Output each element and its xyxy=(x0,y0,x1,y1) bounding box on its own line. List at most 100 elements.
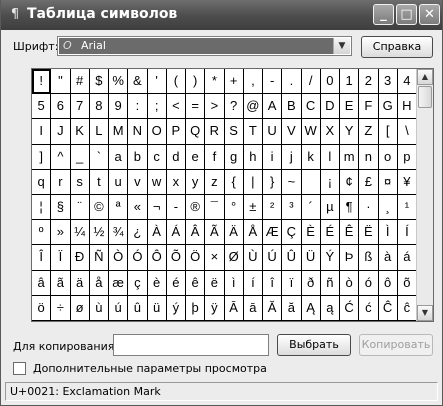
char-cell[interactable]: - xyxy=(263,69,283,95)
char-cell[interactable]: Ù xyxy=(243,245,263,271)
char-cell[interactable]: ¿ xyxy=(128,220,148,246)
char-cell[interactable]: å xyxy=(89,270,109,296)
char-cell[interactable]: H xyxy=(397,94,417,120)
char-cell[interactable]: : xyxy=(128,94,148,120)
char-cell[interactable]: K xyxy=(70,119,90,145)
char-cell[interactable]: ă xyxy=(282,295,302,321)
char-cell[interactable]: ć xyxy=(359,295,379,321)
char-cell[interactable]: a xyxy=(109,144,129,170)
char-cell[interactable]: ú xyxy=(109,295,129,321)
char-cell[interactable]: d xyxy=(166,144,186,170)
char-cell[interactable]: ý xyxy=(166,295,186,321)
char-cell[interactable]: v xyxy=(128,169,148,195)
char-cell[interactable]: Á xyxy=(166,220,186,246)
char-cell[interactable]: ą xyxy=(320,295,340,321)
char-cell[interactable]: ç xyxy=(128,270,148,296)
char-cell[interactable]: þ xyxy=(186,295,206,321)
char-cell[interactable]: ¤ xyxy=(378,169,398,195)
char-cell[interactable]: Ç xyxy=(282,220,302,246)
char-cell[interactable]: ¨ xyxy=(70,194,90,221)
char-cell[interactable]: 2 xyxy=(359,69,379,95)
char-cell[interactable]: É xyxy=(320,220,340,246)
char-cell[interactable]: Ä xyxy=(224,220,244,246)
char-cell[interactable]: W xyxy=(301,119,321,145)
char-cell[interactable]: ä xyxy=(70,270,90,296)
char-cell[interactable]: C xyxy=(301,94,321,120)
char-cell[interactable]: ð xyxy=(301,270,321,296)
char-cell[interactable]: , xyxy=(243,69,263,95)
char-cell[interactable]: R xyxy=(205,119,225,145)
font-select[interactable]: O Arial ▼ xyxy=(57,36,352,56)
char-cell[interactable]: @ xyxy=(243,94,263,120)
char-cell[interactable]: ĉ xyxy=(397,295,417,321)
char-cell[interactable]: A xyxy=(263,94,283,120)
char-cell[interactable]: è xyxy=(147,270,167,296)
char-cell[interactable]: " xyxy=(51,69,71,95)
char-cell[interactable]: Þ xyxy=(340,245,360,271)
copy-button[interactable]: Копировать xyxy=(359,334,433,356)
char-cell[interactable]: k xyxy=(301,144,321,170)
char-cell[interactable]: s xyxy=(70,169,90,195)
char-cell[interactable]: Ĉ xyxy=(378,295,398,321)
char-cell[interactable]: f xyxy=(205,144,225,170)
char-cell[interactable]: ^ xyxy=(51,144,71,170)
char-cell[interactable]: 4 xyxy=(397,69,417,95)
char-cell[interactable]: P xyxy=(166,119,186,145)
char-cell[interactable]: = xyxy=(186,94,206,120)
char-cell[interactable]: [ xyxy=(378,119,398,145)
char-cell[interactable]: $ xyxy=(89,69,109,95)
char-cell[interactable]: Ü xyxy=(301,245,321,271)
char-cell[interactable]: | xyxy=(243,169,263,195)
char-cell[interactable]: ª xyxy=(109,194,129,221)
help-button[interactable]: Справка xyxy=(361,36,433,58)
char-cell[interactable]: ² xyxy=(263,194,283,221)
char-cell[interactable]: î xyxy=(263,270,283,296)
char-cell[interactable]: Ê xyxy=(340,220,360,246)
char-cell[interactable]: · xyxy=(359,194,379,221)
char-cell[interactable]: p xyxy=(397,144,417,170)
char-cell[interactable]: X xyxy=(320,119,340,145)
char-cell[interactable]: o xyxy=(378,144,398,170)
char-cell[interactable]: G xyxy=(378,94,398,120)
char-cell[interactable]: u xyxy=(109,169,129,195)
char-cell[interactable]: æ xyxy=(109,270,129,296)
char-cell[interactable]: g xyxy=(224,144,244,170)
char-cell[interactable]: F xyxy=(359,94,379,120)
char-cell[interactable]: 6 xyxy=(51,94,71,120)
char-cell[interactable]: Ā xyxy=(224,295,244,321)
char-cell[interactable]: Ò xyxy=(109,245,129,271)
char-cell[interactable]: Y xyxy=(340,119,360,145)
maximize-button[interactable]: □ xyxy=(396,4,417,25)
char-cell[interactable]: Q xyxy=(186,119,206,145)
char-cell[interactable]: ÷ xyxy=(51,295,71,321)
char-cell[interactable]: ì xyxy=(224,270,244,296)
char-cell[interactable]: Æ xyxy=(263,220,283,246)
char-cell[interactable]: c xyxy=(147,144,167,170)
scroll-down-icon[interactable]: ▼ xyxy=(417,305,433,321)
close-button[interactable]: ✕ xyxy=(419,4,440,25)
char-cell[interactable]: § xyxy=(51,194,71,221)
char-cell[interactable]: Ă xyxy=(263,295,283,321)
char-cell[interactable]: ô xyxy=(378,270,398,296)
minimize-button[interactable]: _ xyxy=(373,4,394,25)
advanced-view-checkbox[interactable] xyxy=(13,362,26,375)
char-cell[interactable]: ó xyxy=(359,270,379,296)
char-cell[interactable]: Î xyxy=(32,245,52,271)
char-cell[interactable]: . xyxy=(282,69,302,95)
char-cell[interactable]: Å xyxy=(243,220,263,246)
char-cell[interactable]: ` xyxy=(89,144,109,170)
char-cell[interactable]: 5 xyxy=(32,94,52,120)
char-cell[interactable]: Ï xyxy=(51,245,71,271)
char-cell[interactable]: ½ xyxy=(89,220,109,246)
char-cell[interactable]: n xyxy=(359,144,379,170)
select-button[interactable]: Выбрать xyxy=(277,334,351,356)
char-cell[interactable]: ¶ xyxy=(340,194,360,221)
char-cell[interactable]: ? xyxy=(224,94,244,120)
char-cell[interactable]: L xyxy=(89,119,109,145)
char-cell[interactable] xyxy=(301,169,321,195)
char-cell[interactable]: û xyxy=(128,295,148,321)
grid-scrollbar[interactable]: ▲ ▼ xyxy=(416,69,433,321)
char-cell[interactable]: í xyxy=(243,270,263,296)
char-cell[interactable]: % xyxy=(109,69,129,95)
advanced-view-label[interactable]: Дополнительные параметры просмотра xyxy=(33,362,267,375)
